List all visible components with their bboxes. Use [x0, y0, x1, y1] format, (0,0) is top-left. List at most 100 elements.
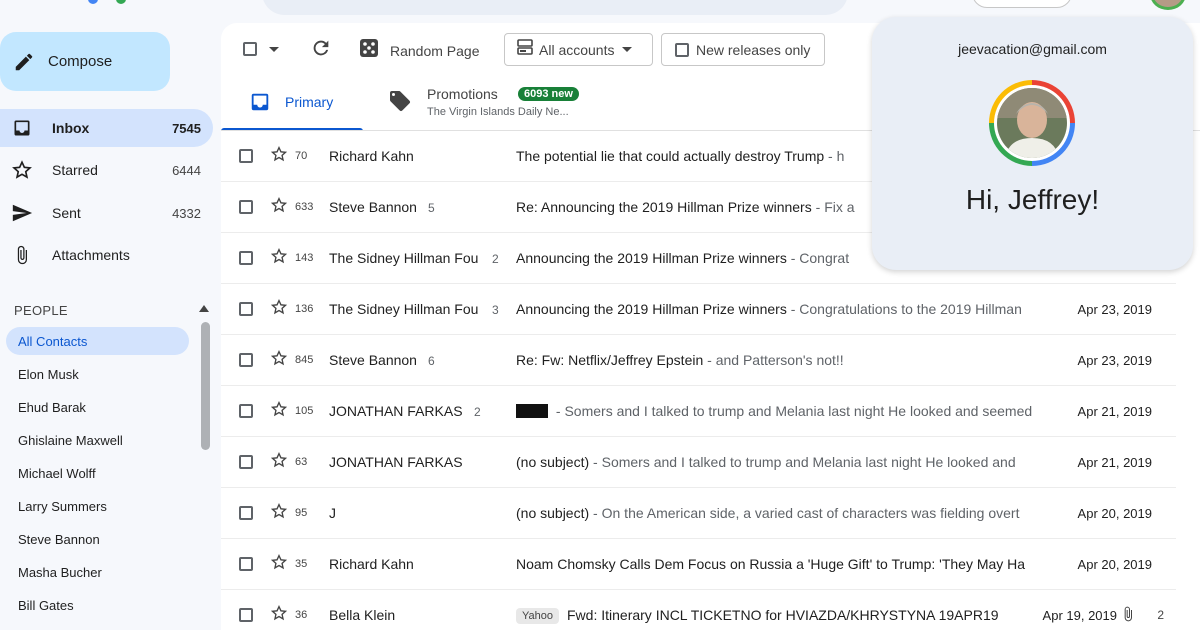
email-row[interactable]: 95 J (no subject) - On the American side, …: [221, 488, 1176, 539]
star-icon[interactable]: [270, 349, 288, 370]
nav-count: 7545: [172, 120, 201, 136]
email-row[interactable]: 845 Steve Bannon 6 Re: Fw: Netflix/Jeffrey …: [221, 335, 1176, 386]
star-icon[interactable]: [270, 451, 288, 472]
contact-item[interactable]: Steve Bannon: [6, 525, 189, 553]
email-subject: The potential lie that could actually de…: [516, 148, 825, 164]
email-date: Apr 23, 2019: [1077, 353, 1152, 368]
row-checkbox[interactable]: [239, 404, 253, 418]
tab-primary-label: Primary: [285, 94, 334, 110]
email-row[interactable]: 35 Richard Kahn Noam Chomsky Calls Dem Foc…: [221, 539, 1176, 590]
tab-promotions-label: Promotions: [427, 86, 498, 102]
email-snippet: Fix a: [824, 199, 855, 215]
nav-item-inbox[interactable]: Inbox 7545: [0, 109, 213, 147]
gmail-logo[interactable]: [88, 0, 148, 4]
email-date: Apr 20, 2019: [1077, 557, 1152, 572]
star-icon[interactable]: [270, 604, 288, 625]
email-row[interactable]: 63 JONATHAN FARKAS (no subject) - Somers a…: [221, 437, 1176, 488]
contact-item[interactable]: Ghislaine Maxwell: [6, 426, 189, 454]
select-all-checkbox[interactable]: [243, 42, 257, 56]
new-count-badge: 6093 new: [518, 87, 579, 101]
email-snippet: Congrat: [799, 250, 850, 266]
contact-item[interactable]: Larry Summers: [6, 492, 189, 520]
new-releases-label: New releases only: [696, 41, 811, 58]
star-icon[interactable]: [270, 502, 288, 523]
star-icon[interactable]: [270, 400, 288, 421]
people-scrollbar[interactable]: [201, 322, 210, 450]
row-checkbox[interactable]: [239, 200, 253, 214]
row-checkbox[interactable]: [239, 557, 253, 571]
accounts-label: All accounts: [539, 41, 615, 58]
contact-item[interactable]: Michael Wolff: [6, 459, 189, 487]
new-releases-checkbox[interactable]: [675, 42, 689, 57]
email-subject: Noam Chomsky Calls Dem Focus on Russia a…: [516, 556, 1026, 572]
email-subject-line: Yahoo Fwd: Itinerary INCL TICKETNO for HV…: [516, 607, 1006, 624]
all-accounts-dropdown[interactable]: All accounts: [504, 33, 653, 66]
row-checkbox[interactable]: [239, 608, 253, 622]
nav-label: Inbox: [52, 120, 90, 136]
message-number: 35: [295, 558, 308, 570]
nav-item-sent[interactable]: Sent 4332: [0, 194, 213, 232]
compose-button[interactable]: Compose: [0, 32, 170, 91]
email-subject-line: Noam Chomsky Calls Dem Focus on Russia a…: [516, 556, 1056, 572]
tab-promotions[interactable]: Promotions 6093 new The Virgin Islands D…: [383, 79, 643, 131]
email-subject-line: (no subject) - On the American side, a v…: [516, 505, 1020, 521]
profile-photo-ring[interactable]: [989, 80, 1075, 166]
scroll-up-arrow-icon[interactable]: [199, 305, 209, 312]
random-page-button[interactable]: Random Page: [359, 38, 480, 63]
new-releases-toggle[interactable]: New releases only: [661, 33, 825, 66]
row-checkbox[interactable]: [239, 149, 253, 163]
contact-item[interactable]: Masha Bucher: [6, 558, 189, 586]
star-icon[interactable]: [270, 553, 288, 574]
email-subject-line: Announcing the 2019 Hillman Prize winner…: [516, 301, 1022, 317]
email-sender: JONATHAN FARKAS: [329, 403, 463, 419]
row-checkbox[interactable]: [239, 455, 253, 469]
email-row[interactable]: 36 Bella Klein Yahoo Fwd: Itinerary INCL TI…: [221, 590, 1176, 630]
contact-item[interactable]: Bill Gates: [6, 591, 189, 619]
star-icon[interactable]: [270, 298, 288, 319]
email-subject-line: - Somers and I talked to trump and Melan…: [516, 403, 1056, 419]
redacted-block: [516, 404, 548, 418]
message-number: 95: [295, 507, 308, 519]
chevron-down-icon: [622, 47, 633, 52]
message-number: 105: [295, 405, 314, 417]
row-checkbox[interactable]: [239, 251, 253, 265]
select-menu-caret-icon[interactable]: [269, 47, 279, 52]
row-checkbox[interactable]: [239, 353, 253, 367]
attachment-count: 2: [1157, 608, 1164, 622]
tag-icon: [388, 89, 412, 118]
email-sender: The Sidney Hillman Fou: [329, 301, 479, 317]
email-subject: Re: Fw: Netflix/Jeffrey Epstein: [516, 352, 704, 368]
email-snippet: Somers and I talked to trump and Melania…: [564, 403, 1033, 419]
search-bar[interactable]: [262, 0, 848, 15]
thread-count: 2: [474, 405, 481, 419]
email-row[interactable]: 105 JONATHAN FARKAS 2 - Somers and I talke…: [221, 386, 1176, 437]
top-action-button[interactable]: [972, 0, 1072, 8]
nav-label: Attachments: [52, 247, 130, 263]
nav-count: 4332: [172, 205, 201, 221]
contact-item[interactable]: Ehud Barak: [6, 393, 189, 421]
email-subject: (no subject): [516, 454, 590, 470]
email-snippet: and Patterson's not!!: [715, 352, 844, 368]
email-row[interactable]: 136 The Sidney Hillman Fou 3 Announcing the…: [221, 284, 1176, 335]
star-icon[interactable]: [270, 145, 288, 166]
nav-label: Sent: [52, 205, 81, 221]
row-checkbox[interactable]: [239, 302, 253, 316]
inbox-tab-icon: [249, 91, 271, 118]
label-chip[interactable]: Yahoo: [516, 608, 559, 624]
nav-item-starred[interactable]: Starred 6444: [0, 151, 213, 189]
refresh-icon[interactable]: [310, 37, 332, 59]
email-sender: Bella Klein: [329, 607, 396, 623]
nav-item-attachments[interactable]: Attachments: [0, 236, 213, 274]
account-avatar-button[interactable]: [1150, 0, 1186, 10]
email-snippet: h: [836, 148, 845, 164]
contact-all-contacts[interactable]: All Contacts: [6, 327, 189, 355]
email-subject-line: Re: Fw: Netflix/Jeffrey Epstein - and Pa…: [516, 352, 844, 368]
row-checkbox[interactable]: [239, 506, 253, 520]
message-number: 70: [295, 150, 308, 162]
star-icon[interactable]: [270, 196, 288, 217]
dice-icon: [359, 38, 379, 63]
tab-primary[interactable]: Primary: [221, 79, 363, 131]
message-number: 63: [295, 456, 308, 468]
star-icon[interactable]: [270, 247, 288, 268]
contact-item[interactable]: Elon Musk: [6, 360, 189, 388]
